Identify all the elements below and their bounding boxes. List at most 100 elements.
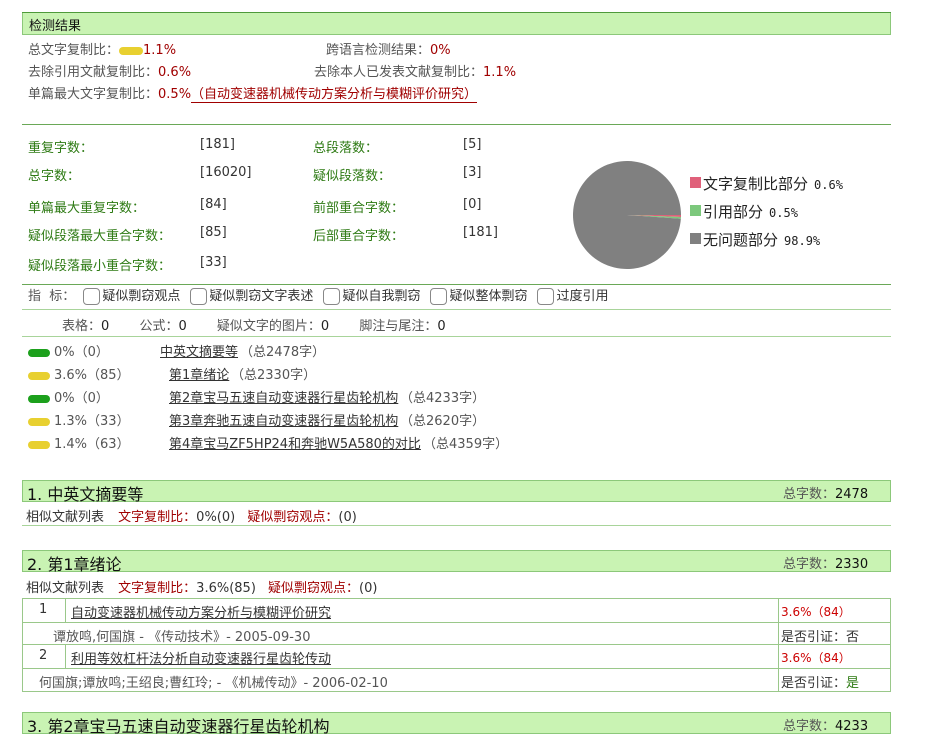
counts-row: 表格：0 公式：0 疑似文字的图片：0 脚注与尾注：0 xyxy=(62,315,446,334)
ref-1-pct: 3.6%（84） xyxy=(781,605,851,619)
chapter-total: （总4233字） xyxy=(400,391,486,406)
pie-legend: 文字复制比部分 0.6% 引用部分 0.5% 无问题部分 98.9% xyxy=(690,174,890,258)
single-max-dup-label: 单篇最大重复字数： xyxy=(28,201,146,216)
legend-item: 无问题部分 98.9% xyxy=(690,230,890,258)
chapter-title-link[interactable]: 第4章宝马ZF5HP24和奔驰W5A580的对比 xyxy=(169,435,421,455)
section-1-header: 1. 中英文摘要等 总字数：2478 xyxy=(22,480,891,504)
legend-label: 文字复制比部分 xyxy=(703,175,809,193)
sim-paras-value: [3] xyxy=(463,165,482,180)
sim-para-max-label: 疑似段落最大重合字数： xyxy=(28,229,172,244)
section-3-count-value: 4233 xyxy=(835,719,869,734)
sim-para-max-value: [85] xyxy=(200,225,227,240)
ref-2-number: 2 xyxy=(39,648,48,663)
result-header: 检测结果 xyxy=(22,13,891,35)
indicator-item-label: 疑似自我剽窃 xyxy=(342,289,421,304)
exclude-self-label: 去除本人已发表文献复制比： xyxy=(314,65,484,80)
chapter-bar xyxy=(28,371,50,380)
footnote-label: 脚注与尾注： xyxy=(359,319,438,334)
section-2-count-value: 2330 xyxy=(835,557,869,572)
footnote-value: 0 xyxy=(437,319,446,334)
section-2-copy-value: 3.6%(85) xyxy=(196,581,256,596)
single-max-doc-link[interactable]: （自动变速器机械传动方案分析与模糊评价研究） xyxy=(191,87,478,103)
section-1-copy-label: 文字复制比： xyxy=(118,510,197,525)
legend-label: 引用部分 xyxy=(703,203,764,221)
section-1-list-label: 相似文献列表 xyxy=(26,510,105,525)
indicator-checkbox[interactable] xyxy=(190,288,208,305)
section-2-header: 2. 第1章绪论 总字数：2330 xyxy=(22,550,891,574)
formula-value: 0 xyxy=(178,319,187,334)
total-copy-bar xyxy=(119,46,144,55)
exclude-self-value: 1.1% xyxy=(483,65,517,80)
chapter-bar xyxy=(28,348,50,357)
section-2-title: 2. 第1章绪论 xyxy=(27,555,122,574)
section-2-plag-value: (0) xyxy=(359,581,378,596)
section-1-plag-value: (0) xyxy=(338,510,357,525)
total-copy-value: 1.1% xyxy=(143,43,177,58)
section-2-list-label: 相似文献列表 xyxy=(26,581,105,596)
indicator-checkbox[interactable] xyxy=(430,288,448,305)
stats-block: 重复字数： [181] 总段落数： [5] 总字数： [16020] 疑似段落数… xyxy=(28,137,588,277)
chapter-pct: 3.6%（85） xyxy=(54,368,130,383)
chapter-list: 0%（0） 中英文摘要等 （总2478字） 3.6%（85） 第1章绪论 （总2330字）… xyxy=(28,343,888,458)
image-value: 0 xyxy=(320,319,330,334)
ref-2-pct: 3.6%（84） xyxy=(781,651,851,665)
section-1-title: 1. 中英文摘要等 xyxy=(27,485,144,504)
indicator-checkbox[interactable] xyxy=(323,288,341,305)
formula-label: 公式： xyxy=(139,319,179,334)
single-max-value: 0.5% xyxy=(158,87,192,102)
chapter-title-link[interactable]: 第3章奔驰五速自动变速器行星齿轮机构 xyxy=(169,412,398,432)
section-2-sim-row: 相似文献列表 文字复制比：3.6%(85) 疑似剽窃观点：(0) xyxy=(26,577,377,596)
legend-item: 文字复制比部分 0.6% xyxy=(690,174,890,202)
sim-para-min-label: 疑似段落最小重合字数： xyxy=(28,259,172,274)
ref-2-cite-value: 是 xyxy=(846,676,860,691)
ref-1-cite-label: 是否引证： xyxy=(781,630,847,645)
front-overlap-value: [0] xyxy=(463,197,482,212)
indicator-item-label: 疑似剽窃观点 xyxy=(102,289,181,304)
cross-lang-value: 0% xyxy=(430,43,451,58)
front-overlap-label: 前部重合字数： xyxy=(313,201,405,216)
exclude-ref-label: 去除引用文献复制比： xyxy=(28,65,159,80)
section-1-sim-row: 相似文献列表 文字复制比：0%(0) 疑似剽窃观点：(0) xyxy=(26,506,357,525)
chapter-pct: 0%（0） xyxy=(54,345,109,360)
section-1-count-value: 2478 xyxy=(835,487,869,502)
chapter-title-link[interactable]: 第1章绪论 xyxy=(169,366,229,386)
cross-lang-label: 跨语言检测结果： xyxy=(326,43,431,58)
summary-block: 总文字复制比： 1.1% 跨语言检测结果：0% 去除引用文献复制比：0.6% 去除… xyxy=(28,40,888,106)
legend-swatch xyxy=(690,205,701,216)
indicator-checkbox[interactable] xyxy=(537,288,555,305)
indicator-label: 指 标： xyxy=(28,289,76,304)
table-label: 表格： xyxy=(62,319,102,334)
chapter-title-link[interactable]: 中英文摘要等 xyxy=(160,343,238,363)
ref-1-cite-value: 否 xyxy=(846,630,860,645)
section-1-copy-value: 0%(0) xyxy=(196,510,236,525)
total-paras-label: 总段落数： xyxy=(313,141,379,156)
ref-2-title-link[interactable]: 利用等效杠杆法分析自动变速器行星齿轮传动 xyxy=(71,648,331,667)
section-1-plag-label: 疑似剽窃观点： xyxy=(247,510,339,525)
chapter-bar xyxy=(28,417,50,426)
chapter-title-link[interactable]: 第2章宝马五速自动变速器行星齿轮机构 xyxy=(169,389,398,409)
indicator-item-label: 疑似整体剽窃 xyxy=(449,289,528,304)
section-2-copy-label: 文字复制比： xyxy=(118,581,197,596)
chapter-pct: 0%（0） xyxy=(54,391,109,406)
image-label: 疑似文字的图片： xyxy=(216,319,321,334)
indicator-checkbox[interactable] xyxy=(83,288,101,305)
chapter-row: 0%（0） 第2章宝马五速自动变速器行星齿轮机构 （总4233字） xyxy=(28,389,888,412)
section-3-header: 3. 第2章宝马五速自动变速器行星齿轮机构 总字数：4233 xyxy=(22,712,891,736)
ref-table: 1 自动变速器机械传动方案分析与模糊评价研究 3.6%（84） 谭放鸣,何国旗 … xyxy=(22,598,891,692)
total-chars-value: [16020] xyxy=(200,165,252,180)
sim-para-min-value: [33] xyxy=(200,255,227,270)
section-3-count-label: 总字数： xyxy=(783,719,836,734)
ref-2-cite-label: 是否引证： xyxy=(781,676,847,691)
ref-1-title-link[interactable]: 自动变速器机械传动方案分析与模糊评价研究 xyxy=(71,602,331,621)
chapter-row: 0%（0） 中英文摘要等 （总2478字） xyxy=(28,343,888,366)
section-2-count-label: 总字数： xyxy=(783,557,836,572)
legend-label: 无问题部分 xyxy=(703,231,779,249)
chapter-row: 1.3%（33） 第3章奔驰五速自动变速器行星齿轮机构 （总2620字） xyxy=(28,412,888,435)
indicator-item-label: 过度引用 xyxy=(556,289,609,304)
chapter-pct: 1.3%（33） xyxy=(54,414,130,429)
ref-1-meta: 谭放鸣,何国旗 - 《传动技术》- 2005-09-30 xyxy=(53,630,311,645)
section-3-title: 3. 第2章宝马五速自动变速器行星齿轮机构 xyxy=(27,717,330,736)
indicator-row: 指 标： 疑似剽窃观点 疑似剽窃文字表述 疑似自我剽窃 疑似整体剽窃 过度引用 xyxy=(28,288,614,306)
total-chars-label: 总字数： xyxy=(28,169,81,184)
chapter-bar xyxy=(28,394,50,403)
